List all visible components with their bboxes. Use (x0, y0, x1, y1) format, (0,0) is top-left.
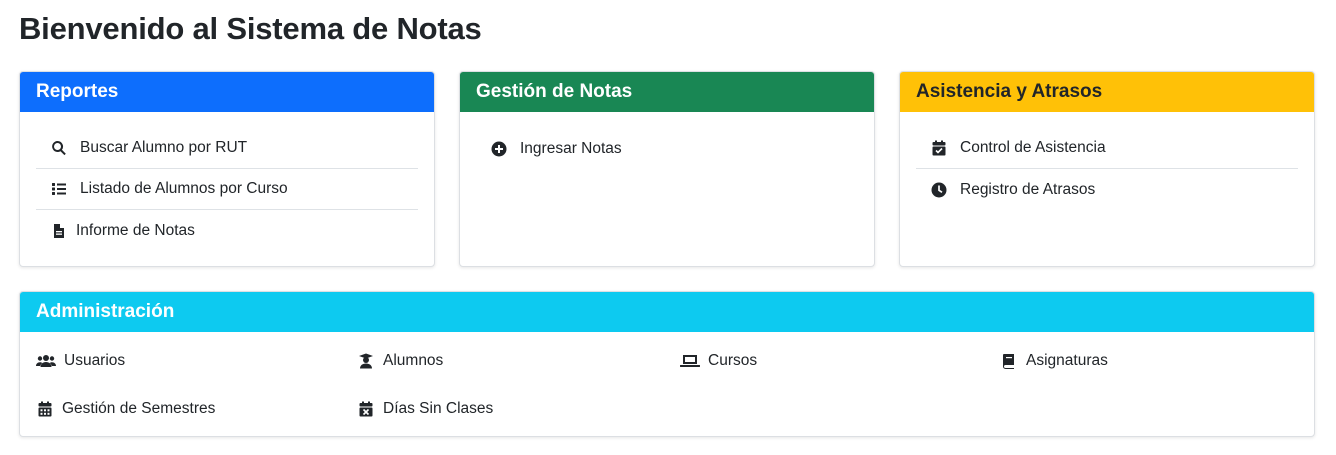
gestion-notas-card-header: Gestión de Notas (460, 72, 874, 112)
admin-item-alumnos[interactable]: Alumnos (357, 349, 443, 373)
admin-item-cursos[interactable]: Cursos (680, 349, 757, 373)
menu-item-listado-alumnos[interactable]: Listado de Alumnos por Curso (36, 169, 418, 210)
administracion-card: Administración Usuarios Alumnos Cursos A… (19, 291, 1315, 437)
laptop-icon (680, 352, 700, 370)
clock-icon (930, 181, 948, 199)
menu-item-buscar-alumno[interactable]: Buscar Alumno por RUT (36, 128, 418, 169)
calendar-icon (36, 400, 54, 418)
admin-item-label: Usuarios (64, 352, 126, 369)
page-title: Bienvenido al Sistema de Notas (19, 11, 482, 46)
admin-item-dias-sin-clases[interactable]: Días Sin Clases (357, 397, 493, 421)
admin-item-label: Cursos (708, 352, 758, 369)
admin-item-usuarios[interactable]: Usuarios (36, 349, 125, 373)
menu-item-label: Ingresar Notas (520, 139, 622, 157)
menu-item-label: Buscar Alumno por RUT (80, 139, 248, 156)
menu-item-control-asistencia[interactable]: Control de Asistencia (916, 128, 1298, 169)
administracion-grid: Usuarios Alumnos Cursos Asignaturas Gest… (20, 332, 1314, 436)
admin-item-asignaturas[interactable]: Asignaturas (1000, 349, 1108, 373)
reportes-card: Reportes Buscar Alumno por RUT Listado d… (19, 71, 435, 267)
list-icon (50, 180, 68, 198)
reportes-menu: Buscar Alumno por RUT Listado de Alumnos… (20, 112, 434, 251)
administracion-card-header: Administración (20, 292, 1314, 332)
search-icon (50, 139, 68, 157)
users-icon (36, 352, 56, 370)
admin-item-label: Gestión de Semestres (62, 400, 216, 417)
menu-item-informe-notas[interactable]: Informe de Notas (36, 210, 418, 251)
admin-item-label: Asignaturas (1026, 352, 1108, 369)
calendar-check-icon (930, 139, 948, 157)
menu-item-label: Control de Asistencia (960, 139, 1106, 156)
file-icon (50, 222, 68, 240)
gestion-notas-menu: Ingresar Notas (460, 112, 874, 169)
gestion-notas-card: Gestión de Notas Ingresar Notas (459, 71, 875, 267)
book-icon (1000, 352, 1018, 370)
menu-item-label: Registro de Atrasos (960, 180, 1096, 198)
admin-item-label: Alumnos (383, 352, 444, 369)
reportes-card-header: Reportes (20, 72, 434, 112)
asistencia-card-header: Asistencia y Atrasos (900, 72, 1314, 112)
menu-item-label: Listado de Alumnos por Curso (80, 180, 288, 197)
admin-item-gestion-semestres[interactable]: Gestión de Semestres (36, 397, 215, 421)
plus-circle-icon (490, 140, 508, 158)
asistencia-menu: Control de Asistencia Registro de Atraso… (900, 112, 1314, 210)
menu-item-registro-atrasos[interactable]: Registro de Atrasos (916, 169, 1298, 210)
student-icon (357, 352, 375, 370)
menu-item-label: Informe de Notas (76, 221, 195, 239)
calendar-x-icon (357, 400, 375, 418)
admin-item-label: Días Sin Clases (383, 400, 494, 417)
asistencia-card: Asistencia y Atrasos Control de Asistenc… (899, 71, 1315, 267)
menu-item-ingresar-notas[interactable]: Ingresar Notas (476, 128, 858, 169)
